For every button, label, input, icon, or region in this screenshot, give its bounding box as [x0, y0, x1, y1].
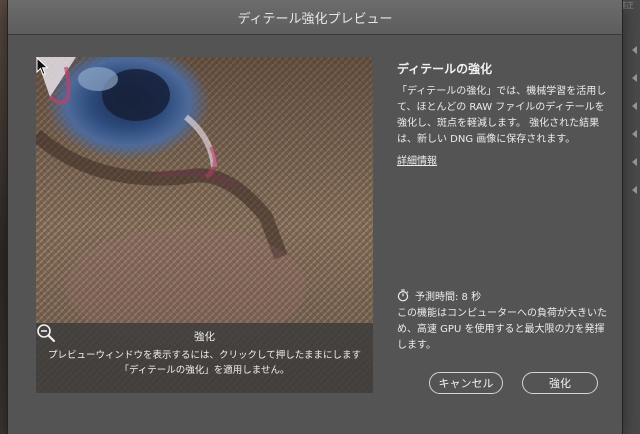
feature-description: 「ディテールの強化」では、機械学習を活用し て、ほとんどの RAW ファイルのデ…	[397, 84, 615, 148]
dialog-titlebar: ディテール強化プレビュー	[8, 0, 622, 35]
collapse-arrow-icon[interactable]	[632, 158, 637, 166]
collapse-arrow-icon[interactable]	[632, 46, 637, 54]
stopwatch-icon	[397, 289, 409, 302]
collapse-arrow-icon[interactable]	[632, 130, 637, 138]
enhance-details-dialog: ディテール強化プレビュー 強化 プレビューウィンドウを表示するには、クリックして…	[8, 0, 622, 434]
background-app-right	[621, 0, 640, 434]
description-line: て、ほとんどの RAW ファイルのディテールを	[397, 102, 605, 113]
collapse-arrow-icon[interactable]	[632, 102, 637, 110]
collapse-arrow-icon[interactable]	[632, 74, 637, 82]
description-line: 強化し、斑点を軽減します。 強化された結果	[397, 118, 600, 129]
preview-caption-line: プレビューウィンドウを表示するには、クリックして押したままにします	[48, 350, 361, 361]
dialog-title: ディテール強化プレビュー	[237, 11, 393, 27]
estimated-time: 予測時間: 8 秒	[397, 288, 481, 303]
preview-caption-title: 強化	[194, 331, 215, 343]
zoom-out-icon[interactable]	[36, 323, 56, 343]
description-line: は、新しい DNG 画像に保存されます。	[397, 134, 576, 145]
description-line: 「ディテールの強化」では、機械学習を活用し	[397, 86, 607, 97]
panel-heading: ディテールの強化	[397, 62, 493, 76]
enhance-button[interactable]: 強化	[522, 372, 598, 394]
performance-note: この機能はコンピューターへの負荷が大きいた め、高速 GPU を使用すると最大限…	[397, 306, 617, 354]
performance-line: します。	[397, 340, 436, 351]
performance-line: この機能はコンピューターへの負荷が大きいた	[397, 308, 607, 319]
estimated-time-label: 予測時間: 8 秒	[415, 292, 482, 303]
performance-line: め、高速 GPU を使用すると最大限の力を発揮	[397, 324, 605, 335]
pointer-cursor-icon	[36, 57, 49, 76]
learn-more-link[interactable]: 詳細情報	[397, 152, 437, 167]
cancel-button[interactable]: キャンセル	[429, 372, 503, 394]
preview-caption: 強化 プレビューウィンドウを表示するには、クリックして押したままにします 「ディ…	[36, 323, 373, 393]
preview-caption-line: 「ディテールの強化」を適用しません。	[119, 365, 290, 376]
preview-image[interactable]: 強化 プレビューウィンドウを表示するには、クリックして押したままにします 「ディ…	[36, 57, 373, 393]
collapse-arrow-icon[interactable]	[632, 186, 637, 194]
